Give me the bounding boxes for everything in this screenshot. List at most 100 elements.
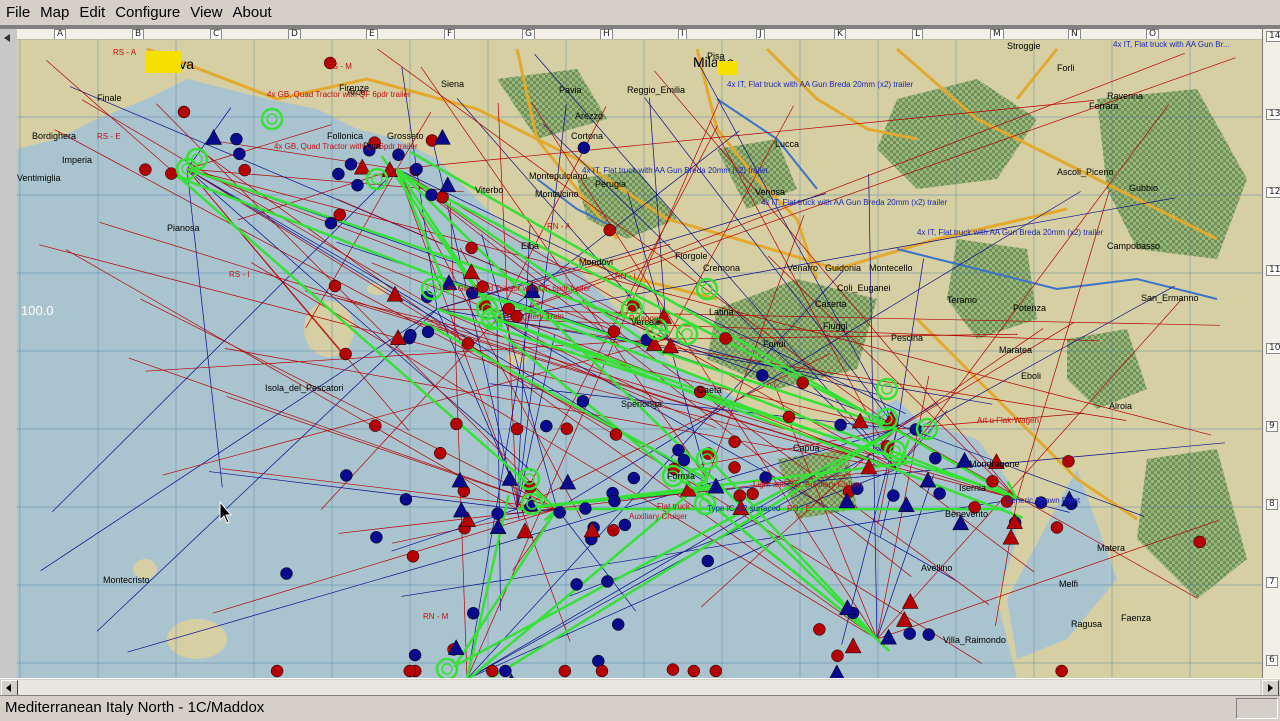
unit-waypoint-icon[interactable]	[165, 168, 177, 180]
map-text-label: RN - E	[787, 504, 811, 513]
unit-waypoint-icon[interactable]	[747, 488, 759, 500]
unit-waypoint-icon[interactable]	[345, 158, 357, 170]
unit-waypoint-icon[interactable]	[409, 649, 421, 661]
unit-waypoint-icon[interactable]	[628, 472, 640, 484]
unit-waypoint-icon[interactable]	[607, 524, 619, 536]
unit-waypoint-icon[interactable]	[426, 134, 438, 146]
unit-waypoint-icon[interactable]	[688, 665, 700, 677]
unit-waypoint-icon[interactable]	[571, 578, 583, 590]
map-text-label: Forli	[1057, 63, 1075, 73]
unit-waypoint-icon[interactable]	[178, 106, 190, 118]
status-bar: Mediterranean Italy North - 1C/Maddox	[0, 695, 1280, 721]
unit-waypoint-icon[interactable]	[710, 665, 722, 677]
unit-waypoint-icon[interactable]	[434, 447, 446, 459]
map-view[interactable]: ABCDEFGHIJKLMNO 14131211109876	[0, 25, 1280, 678]
unit-waypoint-icon[interactable]	[729, 461, 741, 473]
unit-waypoint-icon[interactable]	[462, 337, 474, 349]
unit-waypoint-icon[interactable]	[233, 148, 245, 160]
unit-waypoint-icon[interactable]	[271, 665, 283, 677]
unit-waypoint-icon[interactable]	[1056, 665, 1068, 677]
unit-waypoint-icon[interactable]	[578, 142, 590, 154]
map-text-label: Potenza	[1013, 303, 1046, 313]
unit-waypoint-icon[interactable]	[239, 164, 251, 176]
horizontal-scrollbar[interactable]	[0, 678, 1280, 696]
unit-waypoint-icon[interactable]	[783, 411, 795, 423]
unit-waypoint-icon[interactable]	[1051, 521, 1063, 533]
unit-waypoint-icon[interactable]	[139, 164, 151, 176]
unit-waypoint-icon[interactable]	[511, 423, 523, 435]
unit-waypoint-icon[interactable]	[612, 618, 624, 630]
unit-waypoint-icon[interactable]	[466, 242, 478, 254]
row-label: 7	[1266, 577, 1278, 588]
unit-waypoint-icon[interactable]	[340, 469, 352, 481]
unit-waypoint-icon[interactable]	[404, 665, 416, 677]
unit-waypoint-icon[interactable]	[499, 665, 511, 677]
unit-waypoint-icon[interactable]	[986, 475, 998, 487]
mission-map[interactable]: GenovaMilanoPaviaReggio_EmiliaFinaleBord…	[17, 39, 1262, 678]
menu-about[interactable]: About	[228, 0, 277, 25]
unit-waypoint-icon[interactable]	[756, 369, 768, 381]
menu-edit[interactable]: Edit	[74, 0, 110, 25]
menu-configure[interactable]: Configure	[110, 0, 185, 25]
unit-waypoint-icon[interactable]	[1194, 536, 1206, 548]
unit-waypoint-icon[interactable]	[813, 623, 825, 635]
unit-waypoint-icon[interactable]	[934, 488, 946, 500]
unit-waypoint-icon[interactable]	[887, 490, 899, 502]
scroll-right-button[interactable]	[1262, 680, 1279, 696]
menu-view[interactable]: View	[185, 0, 227, 25]
unit-waypoint-icon[interactable]	[422, 326, 434, 338]
scroll-track[interactable]	[18, 680, 1260, 695]
unit-waypoint-icon[interactable]	[503, 303, 515, 315]
unit-waypoint-icon[interactable]	[923, 629, 935, 641]
unit-waypoint-icon[interactable]	[540, 420, 552, 432]
unit-waypoint-icon[interactable]	[411, 163, 423, 175]
unit-waypoint-icon[interactable]	[734, 490, 746, 502]
unit-waypoint-icon[interactable]	[1062, 455, 1074, 467]
unit-waypoint-icon[interactable]	[559, 665, 571, 677]
unit-waypoint-icon[interactable]	[329, 280, 341, 292]
unit-waypoint-icon[interactable]	[702, 555, 714, 567]
unit-waypoint-icon[interactable]	[596, 665, 608, 677]
unit-waypoint-icon[interactable]	[608, 325, 620, 337]
unit-waypoint-icon[interactable]	[492, 508, 504, 520]
unit-waypoint-icon[interactable]	[561, 423, 573, 435]
unit-waypoint-icon[interactable]	[407, 550, 419, 562]
unit-waypoint-icon[interactable]	[230, 133, 242, 145]
unit-waypoint-icon[interactable]	[672, 444, 684, 456]
unit-waypoint-icon[interactable]	[437, 191, 449, 203]
row-label: 13	[1266, 109, 1280, 120]
menu-map[interactable]: Map	[35, 0, 74, 25]
unit-waypoint-icon[interactable]	[426, 189, 438, 201]
unit-waypoint-icon[interactable]	[400, 493, 412, 505]
unit-waypoint-icon[interactable]	[601, 575, 613, 587]
unit-waypoint-icon[interactable]	[467, 607, 479, 619]
unit-waypoint-icon[interactable]	[667, 664, 679, 676]
unit-waypoint-icon[interactable]	[610, 428, 622, 440]
menu-file[interactable]: File	[0, 0, 35, 25]
unit-waypoint-icon[interactable]	[797, 377, 809, 389]
unit-waypoint-icon[interactable]	[577, 395, 589, 407]
unit-waypoint-icon[interactable]	[579, 503, 591, 515]
unit-waypoint-icon[interactable]	[486, 665, 498, 677]
unit-waypoint-icon[interactable]	[831, 650, 843, 662]
unit-waypoint-icon[interactable]	[929, 452, 941, 464]
map-text-label: Latina	[709, 307, 734, 317]
unit-waypoint-icon[interactable]	[835, 419, 847, 431]
unit-waypoint-icon[interactable]	[729, 436, 741, 448]
unit-waypoint-icon[interactable]	[332, 168, 344, 180]
unit-waypoint-icon[interactable]	[608, 495, 620, 507]
unit-waypoint-icon[interactable]	[450, 418, 462, 430]
unit-waypoint-icon[interactable]	[325, 217, 337, 229]
unit-waypoint-icon[interactable]	[340, 348, 352, 360]
scroll-left-button[interactable]	[1, 680, 18, 696]
unit-waypoint-icon[interactable]	[720, 332, 732, 344]
unit-waypoint-icon[interactable]	[904, 628, 916, 640]
scroll-left-icon[interactable]	[4, 34, 10, 42]
unit-waypoint-icon[interactable]	[370, 531, 382, 543]
unit-waypoint-icon[interactable]	[352, 179, 364, 191]
unit-waypoint-icon[interactable]	[604, 224, 616, 236]
unit-waypoint-icon[interactable]	[554, 506, 566, 518]
unit-waypoint-icon[interactable]	[280, 568, 292, 580]
unit-waypoint-icon[interactable]	[404, 329, 416, 341]
unit-waypoint-icon[interactable]	[369, 420, 381, 432]
